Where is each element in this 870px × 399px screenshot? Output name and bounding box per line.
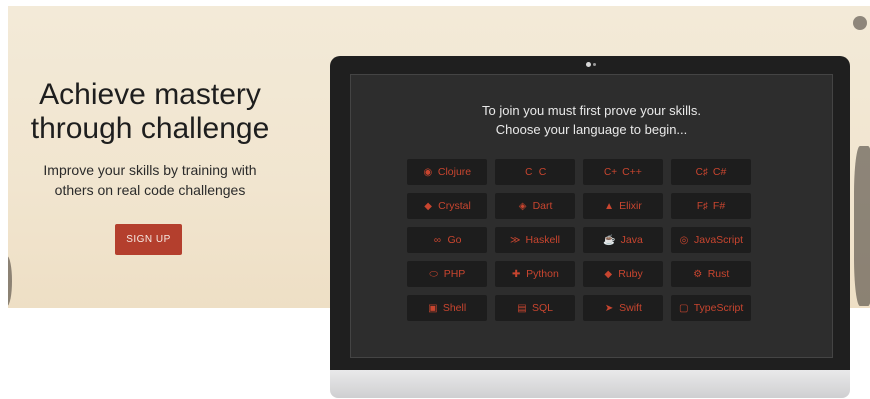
ink-brush-right (854, 146, 870, 306)
language-label: Dart (532, 200, 553, 212)
monitor-screen: To join you must first prove your skills… (350, 74, 833, 358)
language-button-c[interactable]: C♯ C# (671, 159, 751, 185)
language-label: Ruby (618, 268, 643, 280)
language-label: Go (447, 234, 462, 246)
language-button-crystal[interactable]: ◆ Crystal (407, 193, 487, 219)
language-label: Java (620, 234, 643, 246)
language-button-swift[interactable]: ➤ Swift (583, 295, 663, 321)
javascript-icon: ◎ (679, 234, 689, 246)
hero-title: Achieve mastery through challenge (16, 78, 284, 146)
rust-icon: ⚙ (693, 268, 703, 280)
language-label: C++ (622, 166, 642, 178)
ink-brush-top-right (853, 16, 867, 30)
hero-subtitle: Improve your skills by training with oth… (16, 160, 284, 200)
typescript-icon: ▢ (678, 302, 689, 314)
prompt-line2: Choose your language to begin... (495, 122, 688, 137)
language-button-python[interactable]: ✚ Python (495, 261, 575, 287)
language-label: PHP (443, 268, 466, 280)
language-button-sql[interactable]: ▤ SQL (495, 295, 575, 321)
camera-icon (586, 62, 591, 67)
language-label: SQL (531, 302, 553, 314)
language-label: Crystal (438, 200, 471, 212)
language-button-c[interactable]: CC (495, 159, 575, 185)
monitor-bezel-bottom (330, 370, 850, 398)
python-icon: ✚ (511, 268, 521, 280)
clojure-icon: ◉ (423, 166, 433, 178)
c-icon: C (525, 166, 533, 178)
language-button-rust[interactable]: ⚙ Rust (671, 261, 751, 287)
language-button-c[interactable]: C+ C++ (583, 159, 663, 185)
language-button-shell[interactable]: ▣ Shell (407, 295, 487, 321)
language-label: C# (712, 166, 727, 178)
language-button-elixir[interactable]: ▲ Elixir (583, 193, 663, 219)
swift-icon: ➤ (604, 302, 614, 314)
language-button-ruby[interactable]: ◆ Ruby (583, 261, 663, 287)
hero-subtitle-line2: others on real code challenges (54, 182, 246, 198)
language-label: Haskell (525, 234, 560, 246)
language-label: Swift (619, 302, 642, 314)
sign-up-button[interactable]: SIGN UP (115, 224, 182, 255)
language-button-php[interactable]: ⬭ PHP (407, 261, 487, 287)
language-label: F# (712, 200, 726, 212)
language-label: C (538, 166, 547, 178)
java-icon: ☕ (603, 234, 616, 246)
language-label: JavaScript (693, 234, 744, 246)
language-label: Rust (707, 268, 730, 280)
ink-brush-left (8, 256, 12, 306)
language-label: Clojure (437, 166, 472, 178)
language-label: Shell (442, 302, 467, 314)
crystal-icon: ◆ (424, 200, 432, 212)
camera-indicator-icon (593, 63, 596, 66)
cpp-icon: C+ (604, 166, 618, 178)
hero-title-line2: through challenge (30, 112, 270, 145)
language-label: Python (526, 268, 559, 280)
language-label: TypeScript (693, 302, 744, 314)
elixir-icon: ▲ (604, 200, 615, 212)
language-button-javascript[interactable]: ◎ JavaScript (671, 227, 751, 253)
sql-icon: ▤ (517, 302, 527, 314)
language-button-f[interactable]: F♯ F# (671, 193, 751, 219)
language-label: Elixir (619, 200, 642, 212)
fsharp-icon: F♯ (696, 200, 708, 212)
shell-icon: ▣ (428, 302, 438, 314)
language-button-go[interactable]: ∞ Go (407, 227, 487, 253)
dart-icon: ◈ (518, 200, 527, 212)
prompt-line1: To join you must first prove your skills… (482, 103, 701, 118)
language-grid: ◉ Clojure C C C+ C++ C♯ C# ◆ Crystal ◈ Dart ▲ Elixir F… (407, 159, 751, 321)
csharp-icon: C♯ (695, 166, 708, 178)
ruby-icon: ◆ (604, 268, 613, 280)
hero-title-line1: Achieve mastery (39, 78, 261, 111)
hero-subtitle-line1: Improve your skills by training with (43, 162, 257, 178)
go-icon: ∞ (433, 234, 442, 246)
language-button-java[interactable]: ☕ Java (583, 227, 663, 253)
language-button-clojure[interactable]: ◉ Clojure (407, 159, 487, 185)
language-button-typescript[interactable]: ▢ TypeScript (671, 295, 751, 321)
language-button-dart[interactable]: ◈ Dart (495, 193, 575, 219)
hero-text-block: Achieve mastery through challenge Improv… (16, 78, 284, 200)
php-icon: ⬭ (429, 268, 438, 280)
language-button-haskell[interactable]: ≫ Haskell (495, 227, 575, 253)
haskell-icon: ≫ (510, 234, 521, 246)
